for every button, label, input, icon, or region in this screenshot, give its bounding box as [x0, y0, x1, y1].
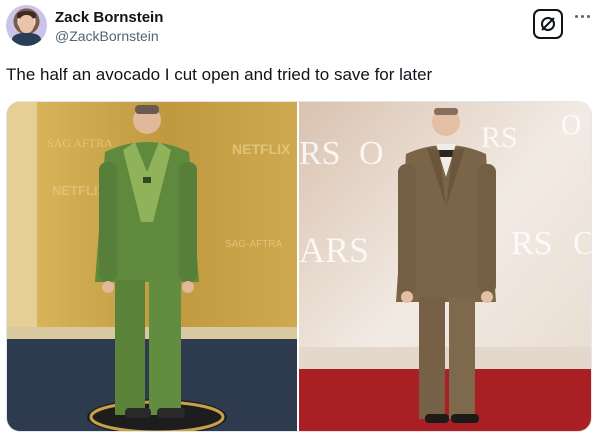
avatar-shirt — [12, 33, 41, 46]
backdrop-text: O — [561, 110, 581, 141]
backdrop-text: RS — [481, 121, 518, 154]
grok-button[interactable] — [533, 9, 563, 39]
backdrop-text: SAG AFTRA — [47, 136, 113, 150]
avatar-face — [19, 15, 34, 33]
more-dots-icon — [580, 14, 584, 18]
more-button[interactable] — [573, 9, 591, 23]
tweet-text: The half an avocado I cut open and tried… — [6, 65, 433, 84]
backdrop-text: SAG-AFTRA — [225, 239, 283, 250]
backdrop-text: NETFLIX — [232, 141, 291, 157]
backdrop-text: O — [359, 135, 384, 172]
display-name[interactable]: Zack Bornstein — [55, 9, 163, 27]
media-grid[interactable]: SAG AFTRA NETFLIX NETFLIX SAG-AFTRA RS O… — [6, 101, 592, 432]
more-dots-icon — [586, 14, 590, 18]
grok-slash-icon — [541, 17, 555, 31]
avatar[interactable] — [6, 5, 47, 46]
photo-brown-tux[interactable]: RS O RS O ARS RS O — [299, 102, 592, 432]
user-handle[interactable]: @ZackBornstein — [55, 27, 163, 45]
photo-green-suit[interactable]: SAG AFTRA NETFLIX NETFLIX SAG-AFTRA — [7, 102, 297, 432]
backdrop-text: RS — [511, 225, 553, 262]
author-info: Zack Bornstein @ZackBornstein — [55, 9, 163, 45]
backdrop-text: RS — [299, 135, 341, 172]
backdrop-text: O — [573, 225, 592, 262]
backdrop-text: NETFLIX — [52, 183, 106, 198]
more-dots-icon — [574, 14, 578, 18]
backdrop-text: ARS — [299, 230, 369, 270]
tweet-header: Zack Bornstein @ZackBornstein — [6, 5, 594, 53]
